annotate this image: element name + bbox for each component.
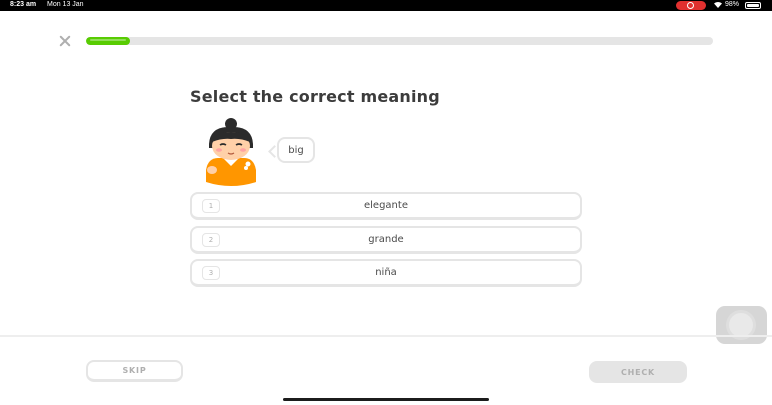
prompt-word: big (288, 144, 304, 156)
answer-option-1[interactable]: 1 elegante (190, 192, 582, 220)
assistive-touch-icon (729, 313, 753, 337)
close-icon[interactable] (57, 33, 73, 49)
skip-button[interactable]: SKIP (86, 360, 183, 382)
battery-percent: 98% (725, 1, 740, 8)
page-title: Select the correct meaning (190, 87, 440, 106)
status-time: 8:23 am (10, 1, 37, 8)
option-label: grande (368, 234, 404, 245)
screen-record-icon[interactable] (676, 1, 706, 10)
character-illustration (196, 118, 266, 190)
footer-divider (0, 335, 772, 337)
wifi-icon (713, 0, 723, 11)
home-indicator[interactable] (283, 398, 489, 401)
assistive-touch-button[interactable] (716, 306, 767, 344)
option-label: niña (375, 267, 397, 278)
option-label: elegante (364, 200, 408, 211)
status-bar: 8:23 am Mon 13 Jan 98% (0, 0, 772, 11)
answer-option-2[interactable]: 2 grande (190, 226, 582, 254)
status-date: Mon 13 Jan (47, 1, 84, 8)
speech-bubble[interactable]: big (277, 137, 315, 163)
lesson-progress-bar (86, 37, 713, 45)
battery-icon (745, 2, 761, 9)
lesson-progress-fill (86, 37, 130, 45)
check-button[interactable]: CHECK (589, 361, 687, 383)
answer-option-3[interactable]: 3 niña (190, 259, 582, 287)
